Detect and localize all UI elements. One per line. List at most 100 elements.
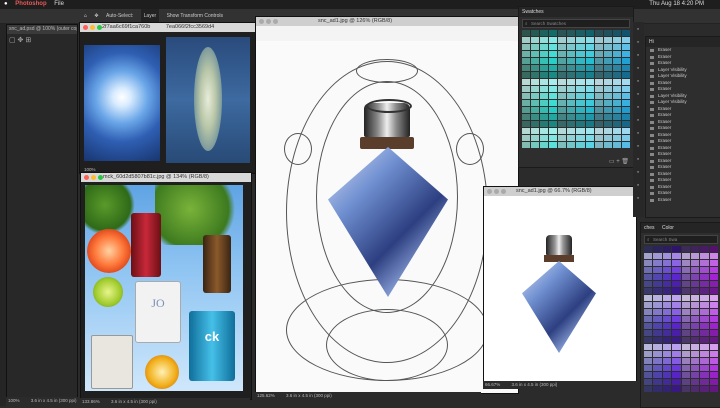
swatch[interactable] (603, 79, 612, 85)
swatch[interactable] (567, 51, 576, 57)
swatch[interactable] (700, 365, 709, 371)
swatch[interactable] (594, 72, 603, 78)
swatch[interactable] (709, 267, 718, 273)
swatch[interactable] (549, 100, 558, 106)
swatch[interactable] (567, 30, 576, 36)
swatch[interactable] (621, 86, 630, 92)
tab-history[interactable]: Hi (649, 39, 654, 45)
swatch[interactable] (653, 253, 662, 259)
swatch[interactable] (522, 107, 531, 113)
swatch[interactable] (558, 128, 567, 134)
swatch[interactable] (522, 51, 531, 57)
swatch[interactable] (522, 128, 531, 134)
swatch[interactable] (621, 135, 630, 141)
swatch[interactable] (567, 135, 576, 141)
swatch[interactable] (603, 44, 612, 50)
swatch[interactable] (612, 65, 621, 71)
swatch[interactable] (621, 30, 630, 36)
swatch[interactable] (709, 365, 718, 371)
swatch[interactable] (522, 44, 531, 50)
swatch[interactable] (576, 135, 585, 141)
swatch[interactable] (531, 114, 540, 120)
swatch[interactable] (612, 72, 621, 78)
swatch[interactable] (612, 121, 621, 127)
swatch[interactable] (709, 281, 718, 287)
swatch[interactable] (558, 114, 567, 120)
swatch[interactable] (644, 295, 653, 301)
swatch[interactable] (709, 351, 718, 357)
swatch[interactable] (540, 44, 549, 50)
swatch[interactable] (612, 30, 621, 36)
swatch[interactable] (558, 93, 567, 99)
move-tool-icon[interactable]: ✥ (94, 9, 98, 23)
swatch[interactable] (653, 309, 662, 315)
swatch[interactable] (558, 121, 567, 127)
swatch[interactable] (653, 344, 662, 350)
tab-color[interactable]: Color (662, 225, 674, 231)
swatch[interactable] (709, 295, 718, 301)
swatch[interactable] (644, 365, 653, 371)
swatch[interactable] (540, 128, 549, 134)
swatch[interactable] (662, 281, 672, 287)
swatch[interactable] (672, 365, 681, 371)
swatch[interactable] (594, 114, 603, 120)
swatch[interactable] (644, 372, 653, 378)
swatch[interactable] (585, 58, 594, 64)
swatch[interactable] (700, 379, 709, 385)
swatch[interactable] (612, 37, 621, 43)
swatch[interactable] (540, 79, 549, 85)
swatch[interactable] (540, 93, 549, 99)
swatch[interactable] (672, 323, 681, 329)
swatch[interactable] (621, 142, 630, 148)
swatch[interactable] (531, 58, 540, 64)
swatch[interactable] (522, 121, 531, 127)
type-tool-icon[interactable]: ◦ (633, 155, 643, 165)
swatch[interactable] (644, 253, 653, 259)
swatch[interactable] (549, 142, 558, 148)
swatch[interactable] (567, 65, 576, 71)
swatch[interactable] (522, 30, 531, 36)
history-item[interactable]: Eraser (646, 197, 720, 204)
swatch[interactable] (672, 316, 681, 322)
swatch[interactable] (653, 379, 662, 385)
small-doc-tab[interactable]: snc_ad1.jpg @ 66.7% (RGB/8) (506, 188, 592, 194)
swatch[interactable] (690, 281, 700, 287)
swatch[interactable] (644, 260, 653, 266)
left-doc-zoom[interactable]: 100% (6, 398, 20, 403)
swatch[interactable] (700, 337, 709, 343)
swatch[interactable] (612, 107, 621, 113)
swatch[interactable] (540, 114, 549, 120)
swatch[interactable] (603, 107, 612, 113)
swatch[interactable] (690, 316, 700, 322)
swatch[interactable] (690, 386, 700, 392)
mck-doc-zoom[interactable]: 133.86% (80, 399, 100, 404)
swatch[interactable] (585, 65, 594, 71)
swatch[interactable] (594, 121, 603, 127)
swatch[interactable] (594, 37, 603, 43)
swatch[interactable] (585, 142, 594, 148)
swatch[interactable] (672, 372, 681, 378)
swatch[interactable] (681, 372, 690, 378)
swatch[interactable] (621, 128, 630, 134)
swatch[interactable] (709, 372, 718, 378)
swatch[interactable] (681, 358, 690, 364)
tab-swatches[interactable]: Swatches (522, 9, 544, 15)
swatch[interactable] (690, 253, 700, 259)
swatch[interactable] (612, 128, 621, 134)
swatch[interactable] (690, 274, 700, 280)
swatch[interactable] (594, 93, 603, 99)
swatch[interactable] (603, 58, 612, 64)
swatch[interactable] (672, 344, 681, 350)
swatch[interactable] (585, 79, 594, 85)
swatch[interactable] (621, 121, 630, 127)
swatch[interactable] (522, 135, 531, 141)
swatch[interactable] (700, 267, 709, 273)
swatch[interactable] (621, 51, 630, 57)
swatch[interactable] (531, 44, 540, 50)
swatch[interactable] (672, 358, 681, 364)
swatch[interactable] (662, 358, 672, 364)
swatch[interactable] (644, 337, 653, 343)
swatch[interactable] (576, 93, 585, 99)
swatch[interactable] (585, 30, 594, 36)
swatch[interactable] (594, 86, 603, 92)
